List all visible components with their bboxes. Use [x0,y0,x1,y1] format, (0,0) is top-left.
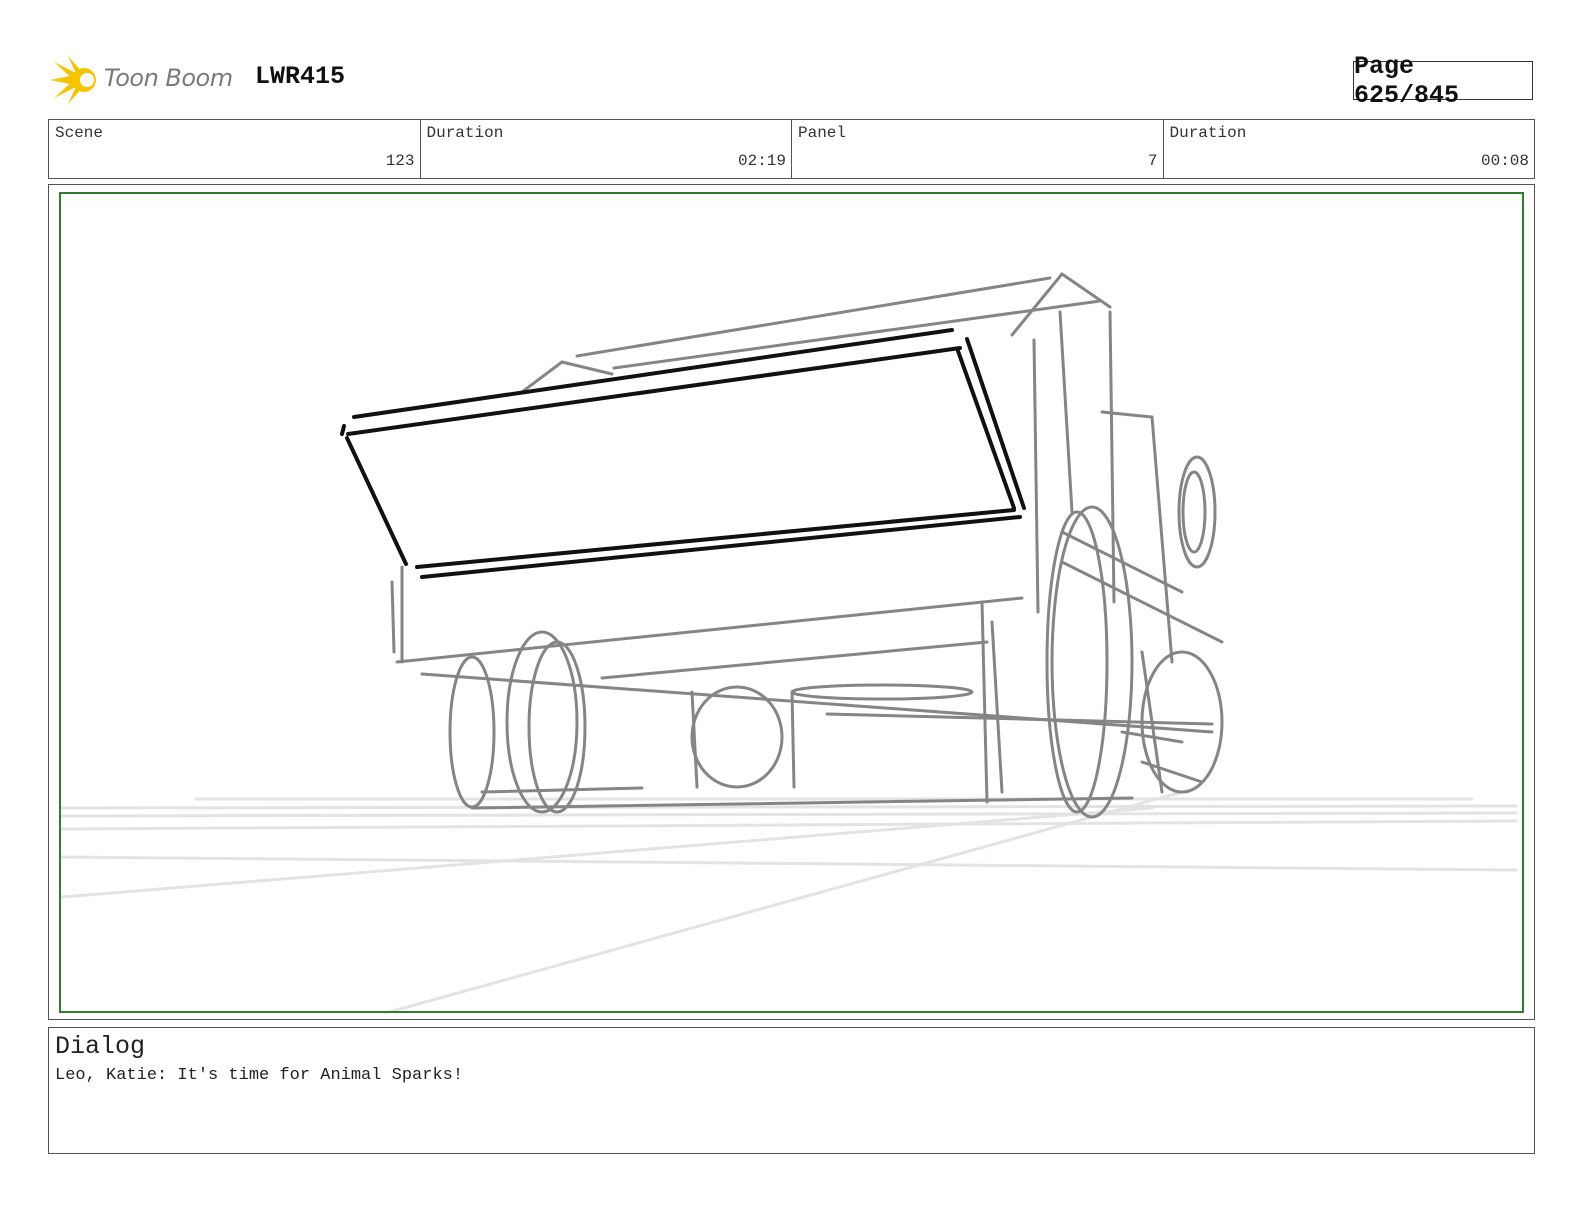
scene-value: 123 [385,152,415,170]
toon-boom-logo: Toon Boom [50,54,240,106]
panel-value: 7 [1147,152,1158,170]
dialog-box: Dialog Leo, Katie: It's time for Animal … [48,1027,1535,1154]
scene-duration-label: Duration [426,124,504,142]
scene-duration-value: 02:19 [737,152,786,170]
scene-label: Scene [55,124,104,142]
panel-cell: Panel 7 [792,120,1164,178]
storyboard-panel [59,192,1524,1013]
logo-text: Toon Boom [104,64,233,92]
sparkle-icon [50,56,96,104]
panel-duration-label: Duration [1169,124,1247,142]
dialog-text: Leo, Katie: It's time for Animal Sparks! [55,1066,464,1085]
scene-info-table: Scene 123 Duration 02:19 Panel 7 Duratio… [48,119,1535,179]
panel-label: Panel [798,124,847,142]
scene-duration-cell: Duration 02:19 [421,120,792,178]
project-code: LWR415 [255,62,346,91]
page-indicator: Page 625/845 [1353,52,1533,110]
truck-sketch-drawing [61,272,1518,1011]
panel-duration-cell: Duration 00:08 [1164,120,1535,178]
scene-cell: Scene 123 [49,120,421,178]
dialog-title: Dialog [55,1032,146,1061]
panel-duration-value: 00:08 [1480,152,1529,170]
